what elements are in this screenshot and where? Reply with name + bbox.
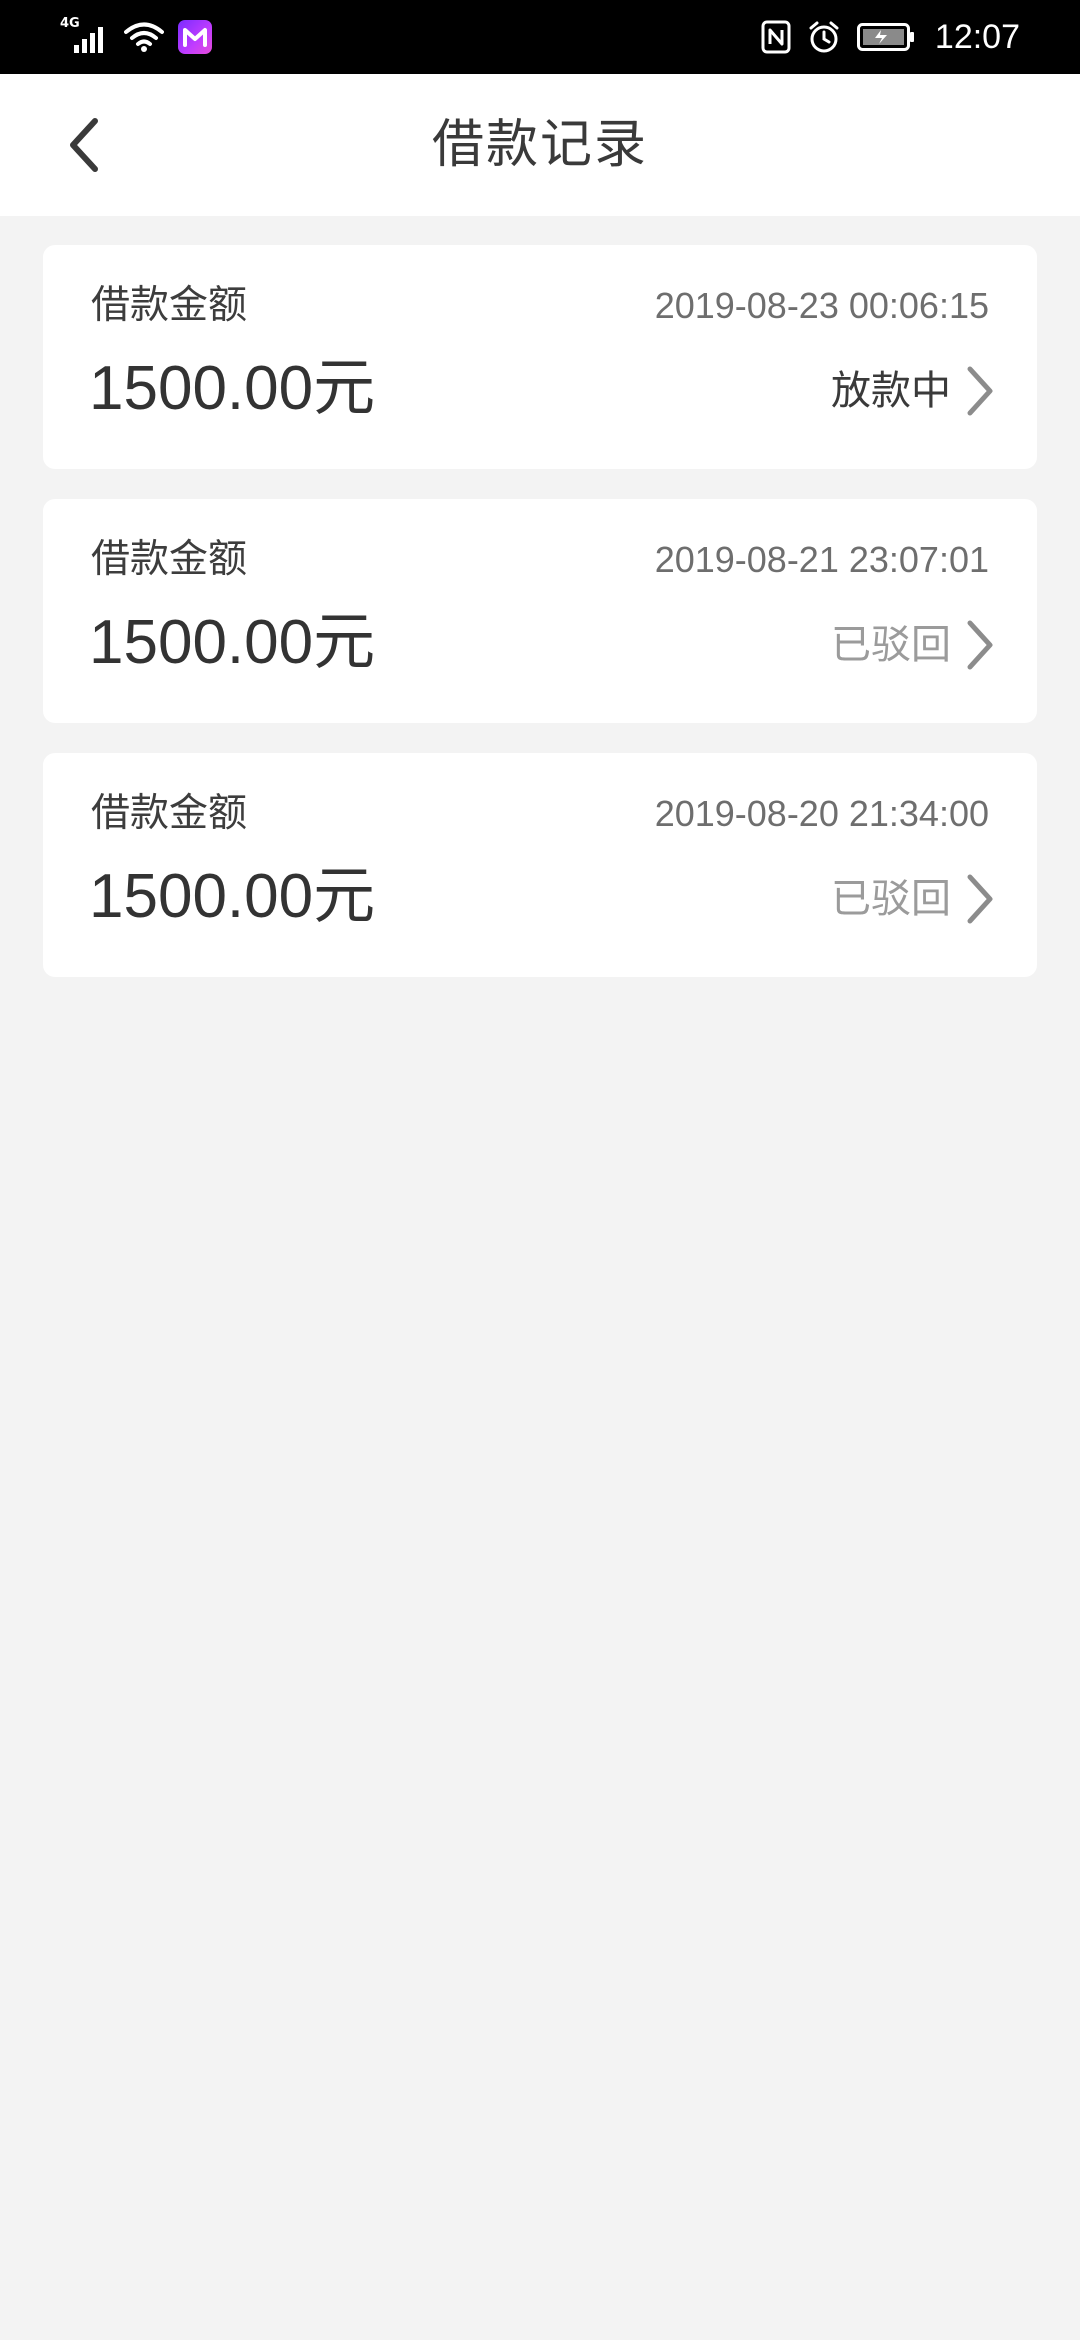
loan-record-card[interactable]: 借款金额 2019-08-20 21:34:00 1500.00元 已驳回 <box>43 753 1037 977</box>
chevron-right-icon <box>967 874 993 924</box>
chevron-right-icon <box>967 620 993 670</box>
loan-amount-value: 1500.00元 <box>89 862 376 931</box>
loan-record-card[interactable]: 借款金额 2019-08-21 23:07:01 1500.00元 已驳回 <box>43 499 1037 723</box>
status-bar-right: 12:07 <box>761 14 1020 60</box>
battery-charging-icon <box>856 23 914 51</box>
alarm-icon <box>809 21 839 53</box>
status-bar-left: 4G <box>60 14 212 60</box>
signal-icon: 4G <box>60 17 110 55</box>
app-header: 借款记录 <box>0 74 1080 216</box>
nfc-icon <box>761 20 791 54</box>
loan-record-list: 借款金额 2019-08-23 00:06:15 1500.00元 放款中 借款… <box>43 245 1037 1007</box>
loan-amount-value: 1500.00元 <box>89 354 376 423</box>
loan-status: 放款中 <box>831 368 951 414</box>
status-bar: 4G 12:07 <box>0 0 1080 74</box>
loan-status: 已驳回 <box>831 876 951 922</box>
loan-status-row: 放款中 <box>831 363 995 419</box>
loan-amount-value: 1500.00元 <box>89 608 376 677</box>
loan-amount-label: 借款金额 <box>91 283 248 328</box>
loan-amount-label: 借款金额 <box>91 791 248 836</box>
loan-record-date: 2019-08-20 21:34:00 <box>654 793 989 834</box>
app-m-icon <box>178 20 212 54</box>
loan-record-date: 2019-08-21 23:07:01 <box>654 539 989 580</box>
loan-status: 已驳回 <box>831 622 951 668</box>
page-title: 借款记录 <box>431 115 648 175</box>
loan-amount-label: 借款金额 <box>91 537 248 582</box>
wifi-icon <box>124 22 164 52</box>
loan-status-row: 已驳回 <box>831 617 995 673</box>
loan-record-date: 2019-08-23 00:06:15 <box>654 285 989 326</box>
status-bar-time: 12:07 <box>934 18 1020 56</box>
chevron-right-icon <box>967 366 993 416</box>
loan-record-card[interactable]: 借款金额 2019-08-23 00:06:15 1500.00元 放款中 <box>43 245 1037 469</box>
loan-status-row: 已驳回 <box>831 871 995 927</box>
